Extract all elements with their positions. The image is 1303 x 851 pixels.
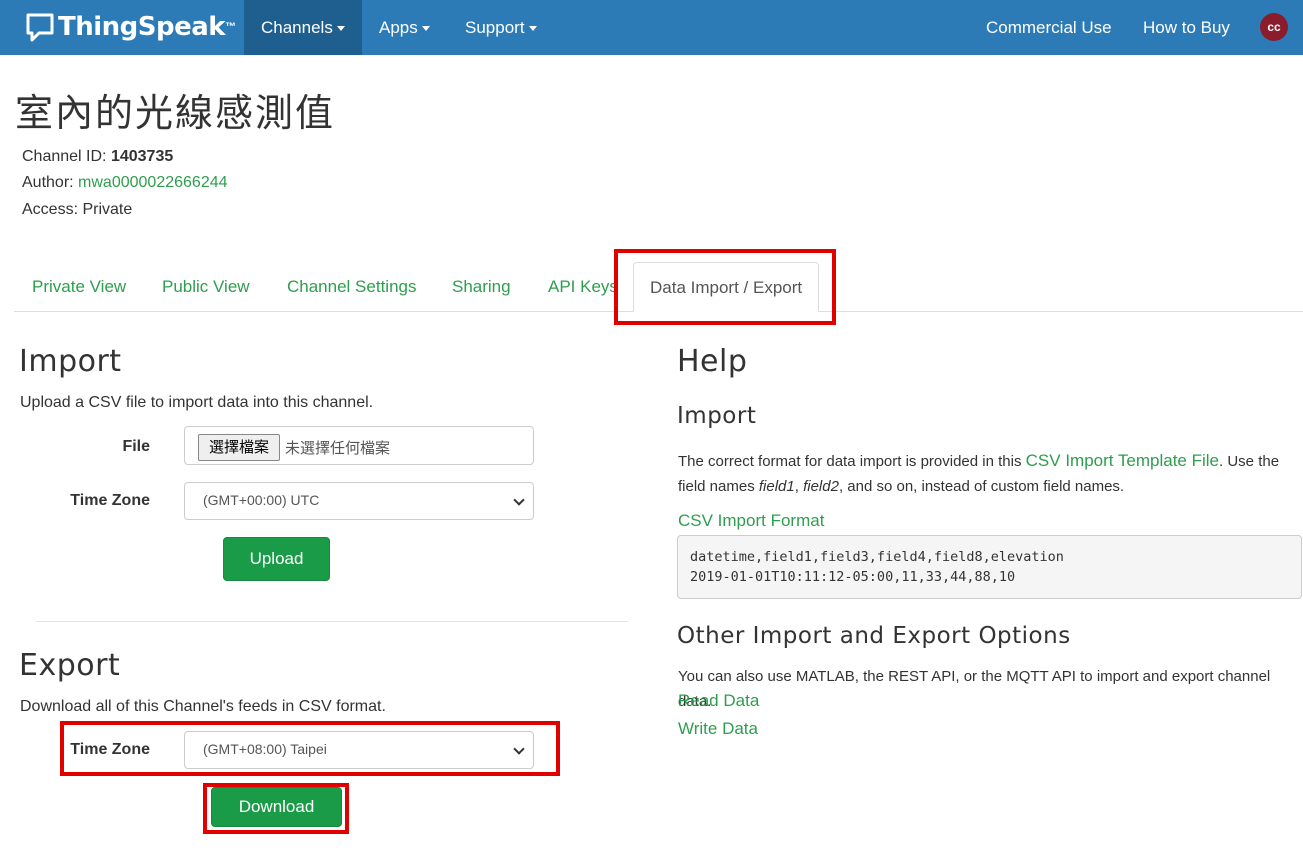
channel-author-link[interactable]: mwa0000022666244 [78,174,227,191]
import-description: Upload a CSV file to import data into th… [20,394,374,411]
channel-access-row: Access: Private [22,201,132,219]
field2-text: field2 [803,478,839,495]
choose-file-button[interactable]: 選擇檔案 [198,434,280,461]
comma-text: , [794,478,804,495]
caret-down-icon [528,26,537,32]
channel-id-value: 1403735 [110,148,174,165]
channel-id-row: Channel ID: 1403735 [22,148,173,166]
nav-channels-label: Channels [261,18,333,37]
caret-down-icon [336,26,345,32]
help-heading: Help [677,344,748,379]
other-options-heading: Other Import and Export Options [677,623,1071,649]
export-description: Download all of this Channel's feeds in … [20,698,386,715]
highlight-box-download [203,783,349,834]
nav-commercial-use[interactable]: Commercial Use [969,0,1129,55]
file-input[interactable]: 選擇檔案 未選擇任何檔案 [184,426,534,465]
brand-trademark: ™ [225,21,237,33]
help-import-text-3-prefix: field names [678,478,759,495]
channel-id-label: Channel ID: [22,148,107,165]
help-import-text-3-suffix: , and so on, instead of custom field nam… [838,478,1125,495]
import-heading: Import [19,344,122,379]
csv-template-link[interactable]: CSV Import Template File [1026,451,1219,470]
other-options-text: You can also use MATLAB, the REST API, o… [678,668,1271,710]
channel-access-label: Access: [22,201,79,218]
csv-code-block: datetime,field1,field3,field4,field8,ele… [677,535,1302,599]
import-timezone-label: Time Zone [70,492,150,509]
top-navbar: ThingSpeak ™ Channels Apps Support Commer… [0,0,1303,55]
help-import-text-1: The correct format for data import is pr… [678,453,1026,470]
nav-support-label: Support [465,18,525,37]
code-line-1: datetime,field1,field3,field4,field8,ele… [690,549,1064,565]
import-timezone-select[interactable]: (GMT+00:00) UTC [184,482,534,520]
nav-apps[interactable]: Apps [362,0,447,55]
help-import-text-2: . Use the [1219,453,1280,470]
write-data-link[interactable]: Write Data [678,719,758,739]
tab-private-view[interactable]: Private View [32,277,126,297]
thingspeak-logo[interactable]: ThingSpeak ™ [26,10,236,44]
highlight-box-timezone [60,721,560,776]
file-label: File [122,438,150,455]
read-data-link[interactable]: Read Data [678,691,759,711]
section-divider [36,621,628,622]
channel-author-row: Author: mwa0000022666244 [22,174,228,192]
upload-button[interactable]: Upload [223,537,330,581]
channel-access-value: Private [82,201,133,218]
nav-apps-label: Apps [379,18,418,37]
tab-channel-settings[interactable]: Channel Settings [287,277,416,297]
chevron-down-icon [513,494,525,506]
import-timezone-value: (GMT+00:00) UTC [203,492,320,508]
help-import-text: The correct format for data import is pr… [678,448,1298,499]
tab-sharing[interactable]: Sharing [452,277,511,297]
channel-title: 室內的光線感測值 [15,91,336,135]
export-heading: Export [19,648,121,683]
csv-import-format-link[interactable]: CSV Import Format [678,511,824,531]
nav-channels[interactable]: Channels [244,0,362,55]
tab-public-view[interactable]: Public View [162,277,250,297]
brand-name: ThingSpeak [58,12,226,42]
code-line-2: 2019-01-01T10:11:12-05:00,11,33,44,88,10 [690,569,1016,585]
caret-down-icon [421,26,430,32]
user-avatar[interactable]: cc [1260,13,1288,41]
channel-author-label: Author: [22,174,74,191]
tab-api-keys[interactable]: API Keys [548,277,618,297]
help-import-heading: Import [677,403,757,429]
chat-bubble-icon [26,13,54,42]
nav-support[interactable]: Support [448,0,554,55]
nav-how-to-buy[interactable]: How to Buy [1126,0,1247,55]
field1-text: field1 [758,478,795,495]
file-status-text: 未選擇任何檔案 [285,440,391,457]
highlight-box-tab [614,249,836,325]
